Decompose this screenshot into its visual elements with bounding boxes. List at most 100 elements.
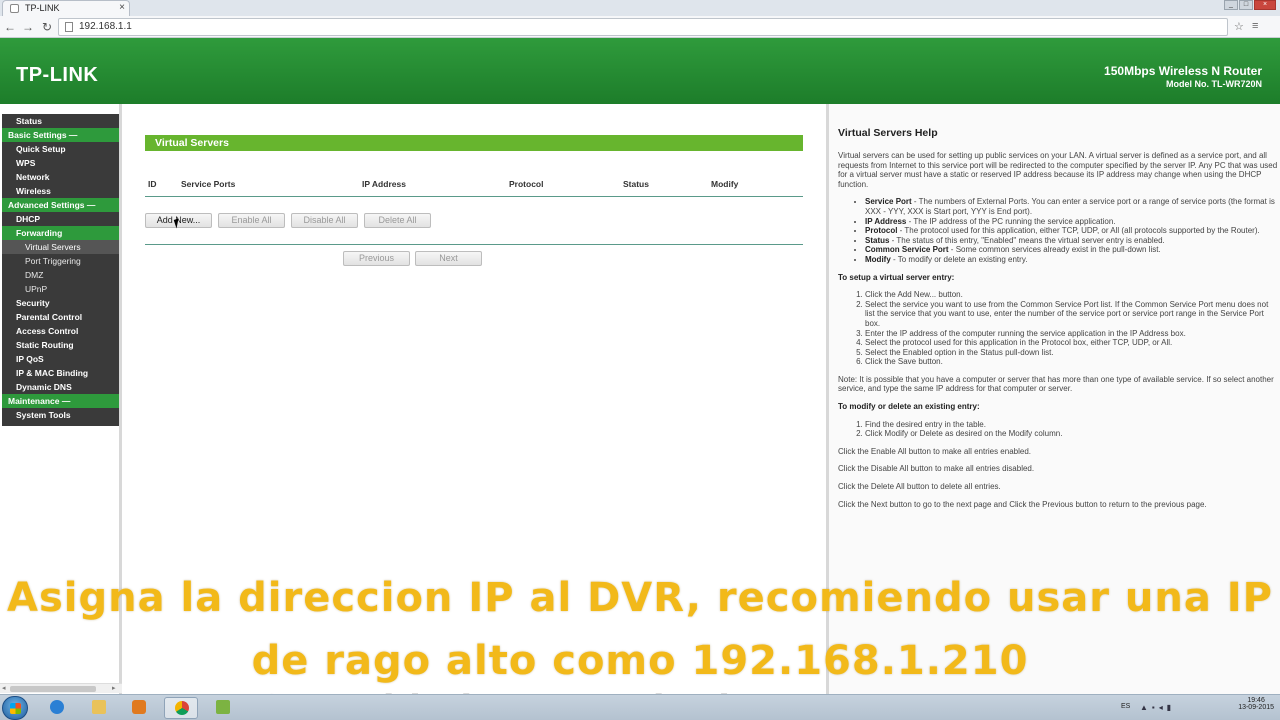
nav-item-static-routing[interactable]: Static Routing	[2, 338, 119, 352]
help-tip: Click the Disable All button to make all…	[838, 464, 1035, 474]
help-modify-steps: Find the desired entry in the table.Clic…	[865, 420, 1280, 439]
nav-item-parental-control[interactable]: Parental Control	[2, 310, 119, 324]
nav-item-wireless[interactable]: Wireless	[2, 184, 119, 198]
scroll-left-icon[interactable]: ◂	[2, 684, 6, 692]
nav-item-port-triggering[interactable]: Port Triggering	[2, 254, 119, 268]
help-tip: Click the Enable All button to make all …	[838, 446, 1032, 456]
help-title: Virtual Servers Help	[838, 127, 938, 139]
chrome-icon	[175, 701, 189, 715]
nav-item-dmz[interactable]: DMZ	[2, 268, 119, 282]
nav-item-virtual-servers[interactable]: Virtual Servers	[2, 240, 119, 254]
help-setup-step: Select the Enabled option in the Status …	[865, 348, 1280, 358]
action-buttons: Add New... Enable All Disable All Delete…	[145, 213, 803, 229]
page-icon	[65, 22, 73, 32]
scroll-right-icon[interactable]: ▸	[112, 684, 116, 692]
taskbar-app[interactable]	[206, 697, 240, 719]
internet-explorer-icon	[50, 700, 64, 714]
nav-item-access-control[interactable]: Access Control	[2, 324, 119, 338]
help-definition-text: - The IP address of the PC running the s…	[906, 216, 1116, 226]
table-header: ID Service Ports IP Address Protocol Sta…	[145, 177, 803, 197]
nav-item-status[interactable]: Status	[2, 114, 119, 128]
col-ip-address: IP Address	[362, 179, 406, 189]
close-window-icon[interactable]: ×	[1254, 0, 1276, 10]
nav-item-ip-mac-binding[interactable]: IP & MAC Binding	[2, 366, 119, 380]
router-header: TP-LINK 150Mbps Wireless N Router Model …	[0, 38, 1280, 104]
enable-all-button[interactable]: Enable All	[218, 213, 285, 228]
menu-icon[interactable]: ≡	[1252, 20, 1258, 32]
product-name: 150Mbps Wireless N Router	[1104, 64, 1262, 78]
tab-close-icon[interactable]: ×	[119, 2, 125, 13]
browser-toolbar: ← → ↻ 192.168.1.1 ☆ ≡	[0, 16, 1280, 38]
back-icon[interactable]: ←	[2, 19, 18, 35]
help-definition-term: Service Port	[865, 197, 912, 207]
clock[interactable]: 19:46 13-09-2015	[1238, 697, 1274, 711]
nav-item-network[interactable]: Network	[2, 170, 119, 184]
start-button[interactable]	[2, 696, 28, 720]
help-definition: Service Port - The numbers of External P…	[865, 197, 1280, 216]
help-modify-step: Click Modify or Delete as desired on the…	[865, 429, 1280, 439]
nav-item-dynamic-dns[interactable]: Dynamic DNS	[2, 380, 119, 394]
col-modify: Modify	[711, 179, 739, 189]
tray-icons[interactable]: ▲▪◂▮	[1140, 703, 1175, 712]
help-definition: Protocol - The protocol used for this ap…	[865, 226, 1280, 236]
help-setup-step: Click the Add New... button.	[865, 290, 1280, 300]
nav-item-dhcp[interactable]: DHCP	[2, 212, 119, 226]
help-definition-term: Modify	[865, 254, 891, 264]
help-tip: Click the Delete All button to delete al…	[838, 482, 1001, 492]
taskbar-chrome[interactable]	[164, 697, 198, 719]
help-definitions: Service Port - The numbers of External P…	[865, 197, 1280, 264]
nav-item-basic-settings[interactable]: Basic Settings —	[2, 128, 119, 142]
scrollbar-thumb[interactable]	[10, 686, 96, 692]
disable-all-button[interactable]: Disable All	[291, 213, 358, 228]
next-button[interactable]: Next	[415, 251, 482, 266]
maximize-icon[interactable]: □	[1239, 0, 1253, 10]
col-protocol: Protocol	[509, 179, 544, 189]
help-note: Note: It is possible that you have a com…	[838, 374, 1274, 394]
taskbar-explorer[interactable]	[82, 697, 116, 719]
help-definition-text: - The protocol used for this application…	[897, 226, 1260, 236]
nav-item-advanced-settings[interactable]: Advanced Settings —	[2, 198, 119, 212]
nav-item-security[interactable]: Security	[2, 296, 119, 310]
nav-item-quick-setup[interactable]: Quick Setup	[2, 142, 119, 156]
table-divider	[145, 244, 803, 245]
nav-item-forwarding[interactable]: Forwarding	[2, 226, 119, 240]
taskbar-ie[interactable]	[40, 697, 74, 719]
model-number: Model No. TL-WR720N	[1166, 79, 1262, 89]
help-definition-term: Status	[865, 235, 890, 245]
language-indicator[interactable]: ES	[1121, 703, 1130, 710]
help-setup-steps: Click the Add New... button.Select the s…	[865, 290, 1280, 367]
subtitle-line-1: Asigna la direccion IP al DVR, recomiend…	[6, 575, 1273, 621]
nav-item-upnp[interactable]: UPnP	[2, 282, 119, 296]
browser-titlebar: TP-LINK × _ □ ×	[0, 0, 1280, 16]
forward-icon[interactable]: →	[20, 19, 36, 35]
delete-all-button[interactable]: Delete All	[364, 213, 431, 228]
help-setup-heading: To setup a virtual server entry:	[838, 272, 955, 282]
help-definition-term: Common Service Port	[865, 245, 949, 255]
help-modify-heading: To modify or delete an existing entry:	[838, 402, 980, 412]
nav-item-maintenance[interactable]: Maintenance —	[2, 394, 119, 408]
help-definition: IP Address - The IP address of the PC ru…	[865, 217, 1280, 227]
help-definition-text: - Some common services already exist in …	[948, 245, 1161, 255]
subtitle-line-2: de rago alto como 192.168.1.210	[251, 638, 1029, 684]
reload-icon[interactable]: ↻	[39, 19, 55, 35]
browser-tab[interactable]: TP-LINK ×	[2, 0, 130, 16]
window-controls: _ □ ×	[1224, 0, 1276, 11]
bookmark-star-icon[interactable]: ☆	[1234, 20, 1244, 33]
address-bar-url: 192.168.1.1	[79, 21, 132, 32]
col-id: ID	[148, 179, 157, 189]
help-setup-step: Click the Save button.	[865, 357, 1280, 367]
minimize-icon[interactable]: _	[1224, 0, 1238, 10]
nav-item-system-tools[interactable]: System Tools	[2, 408, 119, 422]
media-player-icon	[132, 700, 146, 714]
help-definition-text: - To modify or delete an existing entry.	[890, 254, 1028, 264]
address-bar[interactable]: 192.168.1.1	[58, 18, 1228, 36]
taskbar-media[interactable]	[122, 697, 156, 719]
help-definition: Status - The status of this entry, "Enab…	[865, 236, 1280, 246]
nav-item-ip-qos[interactable]: IP QoS	[2, 352, 119, 366]
previous-button[interactable]: Previous	[343, 251, 410, 266]
tab-title: TP-LINK	[25, 3, 60, 13]
nav-item-wps[interactable]: WPS	[2, 156, 119, 170]
nav-horizontal-scrollbar[interactable]: ◂ ▸	[0, 683, 122, 693]
help-tip: Click the Next button to go to the next …	[838, 499, 1207, 509]
help-definition: Modify - To modify or delete an existing…	[865, 255, 1280, 265]
